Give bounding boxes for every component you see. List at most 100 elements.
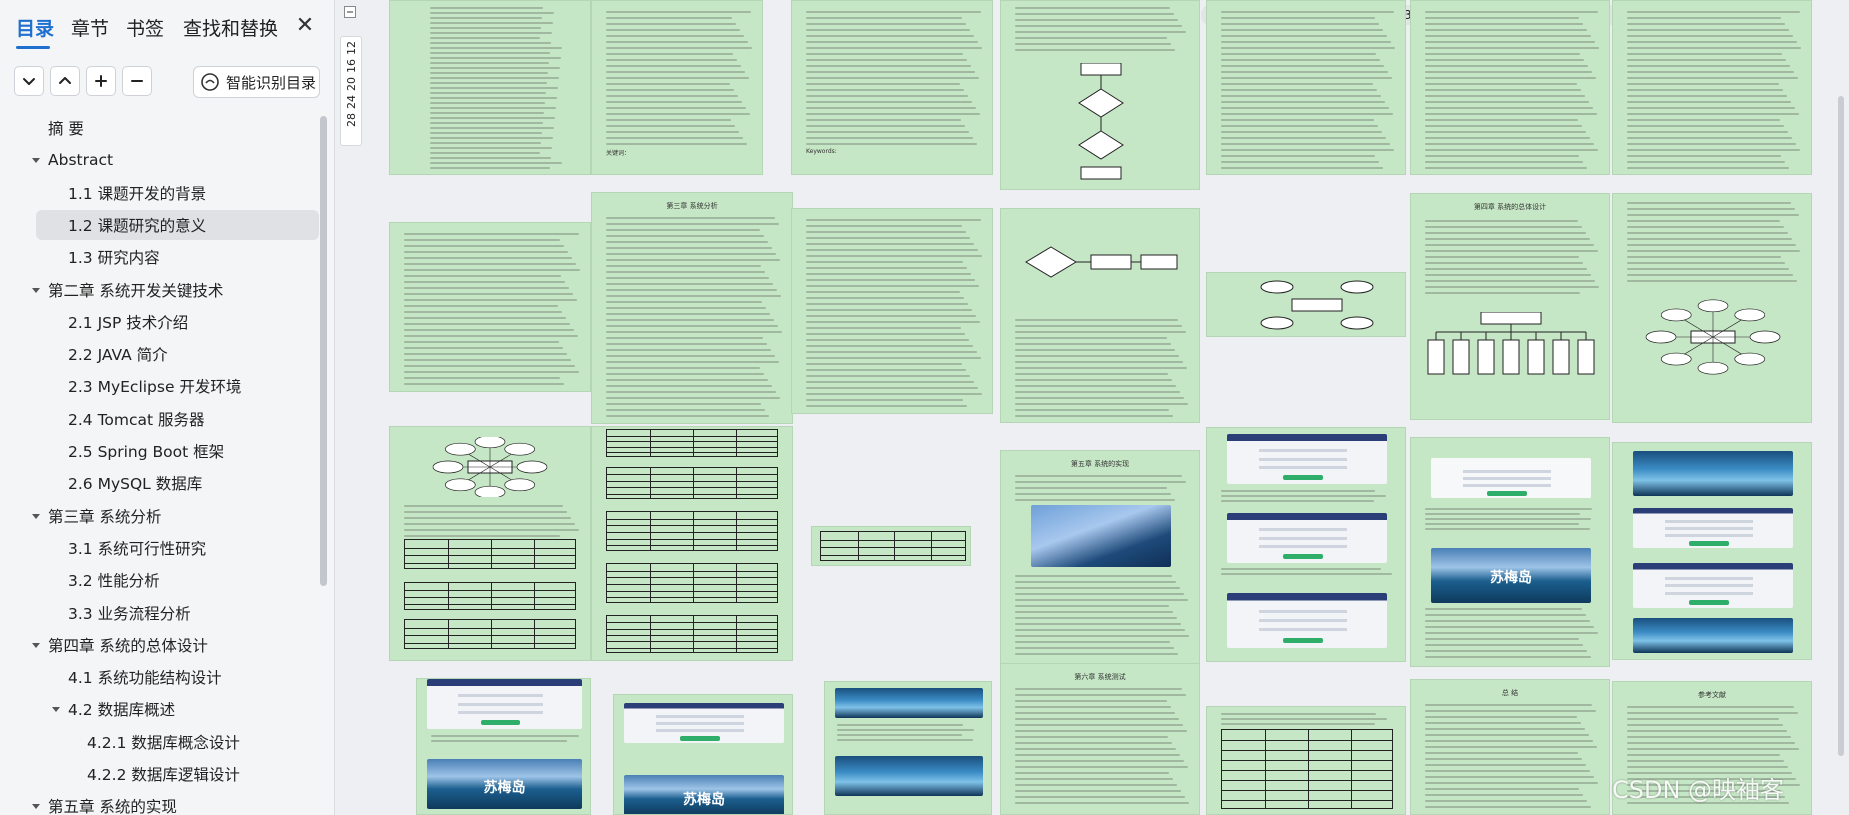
toc-item[interactable]: 第三章 系统分析 xyxy=(0,501,318,531)
page-thumbnail[interactable] xyxy=(1206,272,1406,337)
toc-item[interactable]: Abstract xyxy=(0,145,318,175)
toc-item[interactable]: 3.2 性能分析 xyxy=(0,565,318,595)
toc-item[interactable]: 4.1 系统功能结构设计 xyxy=(0,662,318,692)
caret-down-icon[interactable] xyxy=(50,703,62,715)
sidebar-scrollbar[interactable] xyxy=(320,116,327,586)
submit-button xyxy=(481,720,520,725)
text-line xyxy=(1015,361,1183,363)
toc-item[interactable]: 4.2 数据库概述 xyxy=(0,694,318,724)
text-line xyxy=(1627,131,1788,133)
page-thumbnail[interactable]: 第三章 系统分析 xyxy=(591,192,793,424)
page-thumbnail[interactable] xyxy=(1612,193,1812,423)
page-thumbnail[interactable]: 关键词： xyxy=(591,0,763,175)
tab-bookmarks[interactable]: 书签 xyxy=(126,14,164,41)
toc-item[interactable]: 2.1 JSP 技术介绍 xyxy=(0,307,318,337)
toc-item[interactable]: 2.5 Spring Boot 框架 xyxy=(0,436,318,466)
text-line xyxy=(404,383,564,385)
close-icon[interactable]: ✕ xyxy=(293,14,317,38)
text-line xyxy=(1425,752,1578,754)
submit-button xyxy=(1689,540,1729,546)
collapse-panel-icon[interactable] xyxy=(344,6,356,18)
text-line xyxy=(1627,29,1789,31)
text-line xyxy=(806,393,982,395)
text-line xyxy=(1627,766,1788,768)
tab-chapters[interactable]: 章节 xyxy=(71,14,109,41)
plus-icon xyxy=(95,75,107,87)
toc-item[interactable]: 2.4 Tomcat 服务器 xyxy=(0,404,318,434)
page-thumbnail[interactable] xyxy=(389,0,591,175)
toc-item-label: 3.3 业务流程分析 xyxy=(68,604,191,623)
collapse-all-button[interactable] xyxy=(14,66,44,96)
text-line xyxy=(1425,244,1594,246)
page-thumbnail[interactable] xyxy=(1206,427,1406,662)
toc-item[interactable]: 第四章 系统的总体设计 xyxy=(0,630,318,660)
tab-find-replace[interactable]: 查找和替换 xyxy=(183,14,278,41)
toc-item[interactable]: 3.1 系统可行性研究 xyxy=(0,533,318,563)
zoom-level-option[interactable]: 16 xyxy=(345,59,358,73)
text-line xyxy=(606,415,769,417)
toc-item-label: 第二章 系统开发关键技术 xyxy=(48,281,224,300)
text-line xyxy=(806,89,964,91)
page-thumbnail[interactable] xyxy=(1000,0,1200,190)
caret-down-icon[interactable] xyxy=(30,800,42,812)
toc-item[interactable]: 摘 要 xyxy=(0,113,318,143)
toc-item[interactable]: 第二章 系统开发关键技术 xyxy=(0,275,318,305)
page-thumbnail[interactable]: 苏梅岛 xyxy=(416,678,591,815)
page-thumbnail[interactable] xyxy=(389,222,591,392)
page-thumbnail[interactable]: 总 结 xyxy=(1410,679,1610,815)
toc-item[interactable]: 2.3 MyEclipse 开发环境 xyxy=(0,371,318,401)
toc-item[interactable]: 3.3 业务流程分析 xyxy=(0,598,318,628)
page-thumbnail[interactable] xyxy=(1612,442,1812,660)
toc-item[interactable]: 1.3 研究内容 xyxy=(0,242,318,272)
text-line xyxy=(1425,716,1577,718)
page-thumbnail[interactable]: 第四章 系统的总体设计 xyxy=(1410,193,1610,420)
toc-item[interactable]: 1.1 课题开发的背景 xyxy=(0,178,318,208)
toc-item-label: 第三章 系统分析 xyxy=(48,507,162,526)
text-line xyxy=(1221,568,1381,570)
page-thumbnail[interactable]: 第六章 系统测试 xyxy=(1000,663,1200,815)
page-thumbnail[interactable]: 第五章 系统的实现 xyxy=(1000,450,1200,665)
text-line xyxy=(404,281,565,283)
expand-all-button[interactable] xyxy=(50,66,80,96)
text-line xyxy=(806,101,972,103)
page-thumbnail[interactable] xyxy=(824,681,992,815)
caret-down-icon[interactable] xyxy=(30,510,42,522)
zoom-level-option[interactable]: 24 xyxy=(345,95,358,109)
add-heading-button[interactable] xyxy=(86,66,116,96)
zoom-level-option[interactable]: 20 xyxy=(345,77,358,91)
smart-recognize-toc-button[interactable]: 智能识别目录 xyxy=(193,66,320,98)
toc-item[interactable]: 2.6 MySQL 数据库 xyxy=(0,468,318,498)
caret-down-icon[interactable] xyxy=(30,284,42,296)
page-thumbnail[interactable] xyxy=(591,426,793,661)
toc-item[interactable]: 第五章 系统的实现 xyxy=(0,791,318,815)
toc-item[interactable]: 1.2 课题研究的意义 xyxy=(36,209,319,240)
zoom-level-option[interactable]: 12 xyxy=(345,41,358,55)
page-thumbnail[interactable] xyxy=(389,426,591,661)
caret-down-icon[interactable] xyxy=(30,639,42,651)
tab-toc[interactable]: 目录 xyxy=(16,14,54,41)
page-thumbnail[interactable] xyxy=(811,526,971,566)
page-thumbnail[interactable] xyxy=(1000,208,1200,423)
toc-item[interactable]: 2.2 JAVA 简介 xyxy=(0,339,318,369)
text-line xyxy=(606,41,748,43)
page-thumbnail[interactable] xyxy=(1206,706,1406,815)
page-thumbnail[interactable]: 苏梅岛 xyxy=(613,694,793,815)
page-thumbnail[interactable] xyxy=(1410,0,1610,175)
text-line xyxy=(806,131,969,133)
toc-item[interactable]: 4.2.2 数据库逻辑设计 xyxy=(0,759,318,789)
page-thumbnail[interactable] xyxy=(791,208,993,414)
workspace-scrollbar[interactable] xyxy=(1837,16,1845,791)
page-thumbnail[interactable] xyxy=(1206,0,1406,175)
caret-down-icon[interactable] xyxy=(30,154,42,166)
toc-item[interactable]: 4.2.1 数据库概念设计 xyxy=(0,727,318,757)
remove-heading-button[interactable] xyxy=(122,66,152,96)
text-line xyxy=(1425,286,1599,288)
page-thumbnail[interactable]: Keywords: xyxy=(791,0,993,175)
text-line xyxy=(606,265,761,267)
form-field xyxy=(1259,466,1347,469)
page-thumbnail[interactable]: 苏梅岛 xyxy=(1410,437,1610,667)
scrollbar-thumb[interactable] xyxy=(1838,96,1844,756)
zoom-level-option[interactable]: 28 xyxy=(345,113,358,127)
zoom-level-strip: 12 16 20 24 28 xyxy=(340,36,362,146)
page-thumbnail[interactable] xyxy=(1612,0,1812,175)
